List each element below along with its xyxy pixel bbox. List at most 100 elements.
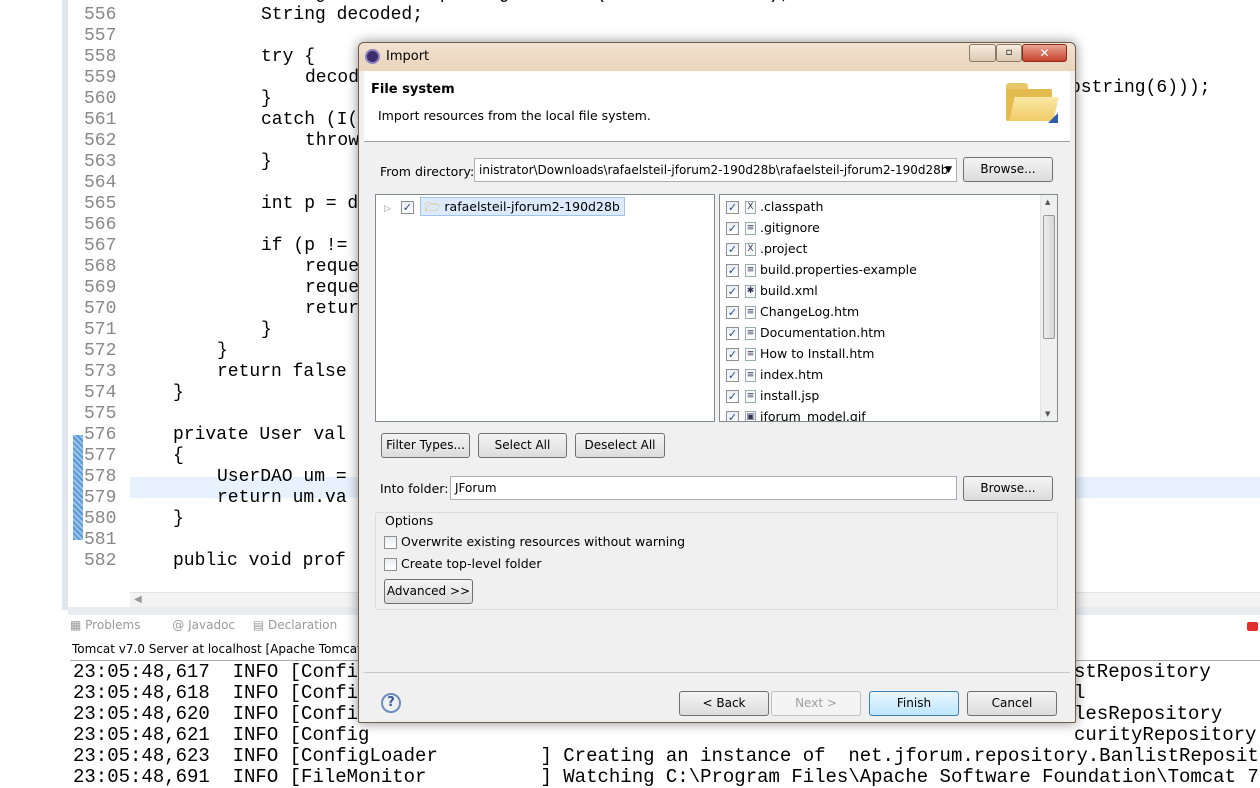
options-label: Options <box>384 513 435 528</box>
line-number: 559 <box>84 68 117 88</box>
line-number: 572 <box>84 341 117 361</box>
tab-javadoc[interactable]: @ Javadoc <box>172 618 235 632</box>
browse-folder-button[interactable]: Browse... <box>963 476 1053 501</box>
file-checkbox[interactable]: ✓ <box>726 390 739 403</box>
expand-icon[interactable]: ▷ <box>384 204 391 214</box>
overwrite-option[interactable]: Overwrite existing resources without war… <box>384 534 685 549</box>
tab-declaration[interactable]: ▤ Declaration <box>253 618 351 632</box>
top-level-checkbox[interactable] <box>384 558 397 571</box>
file-checkbox[interactable]: ✓ <box>726 222 739 235</box>
file-name: .gitignore <box>760 220 820 235</box>
text-file-icon: ≡ <box>745 222 756 235</box>
code-line: UserDAO um = <box>217 467 347 487</box>
top-level-option[interactable]: Create top-level folder <box>384 556 541 571</box>
line-number: 566 <box>84 215 117 235</box>
file-list-item[interactable]: ✓ ≡ index.htm <box>726 364 823 385</box>
file-list-item[interactable]: ✓ ≡ Documentation.htm <box>726 322 885 343</box>
filter-types-button[interactable]: Filter Types... <box>381 433 470 458</box>
file-checkbox[interactable]: ✓ <box>726 285 739 298</box>
line-number: 560 <box>84 89 117 109</box>
file-list-scrollbar[interactable]: ▲ ▼ <box>1040 195 1057 421</box>
console-line: 23:05:48,621 INFO [Config <box>73 724 370 746</box>
into-folder-input[interactable]: JForum <box>450 476 957 500</box>
file-checkbox[interactable]: ✓ <box>726 411 739 421</box>
code-line: throw <box>305 131 360 151</box>
scroll-up-icon[interactable]: ▲ <box>1045 198 1050 206</box>
minimize-button[interactable] <box>969 44 996 62</box>
file-checkbox[interactable]: ✓ <box>726 306 739 319</box>
file-checkbox[interactable]: ✓ <box>726 348 739 361</box>
into-folder-label: Into folder: <box>380 481 449 496</box>
code-line: } <box>173 383 184 403</box>
help-icon[interactable]: ? <box>381 693 401 713</box>
next-button[interactable]: Next > <box>771 691 861 716</box>
line-number: 562 <box>84 131 117 151</box>
overwrite-checkbox[interactable] <box>384 536 397 549</box>
deselect-all-button[interactable]: Deselect All <box>575 433 665 458</box>
line-number: 579 <box>84 488 117 508</box>
advanced-button[interactable]: Advanced >> <box>384 579 473 604</box>
file-list[interactable]: ✓ X .classpath ✓ ≡ .gitignore ✓ X .project ✓ ≡ buil… <box>719 194 1058 422</box>
options-group: Options Overwrite existing resources wit… <box>375 512 1058 610</box>
console-line: 23:05:48,617 INFO [Config <box>73 661 370 683</box>
file-name: Documentation.htm <box>760 325 886 340</box>
text-file-icon: ≡ <box>745 264 756 277</box>
file-list-item[interactable]: ✓ ≡ .gitignore <box>726 217 820 238</box>
folder-icon: 🗁 <box>424 199 441 214</box>
code-line: String decoded; <box>261 5 424 25</box>
dialog-title: Import <box>386 49 430 64</box>
close-button[interactable]: ✕ <box>1022 44 1067 62</box>
code-line: return false <box>217 362 347 382</box>
image-file-icon: ▣ <box>745 411 756 422</box>
file-checkbox[interactable]: ✓ <box>726 369 739 382</box>
file-list-item[interactable]: ✓ ≡ ChangeLog.htm <box>726 301 859 322</box>
file-list-item[interactable]: ✓ X .project <box>726 238 807 259</box>
maximize-button[interactable]: ▫ <box>996 44 1022 62</box>
finish-button[interactable]: Finish <box>869 691 959 716</box>
dialog-titlebar[interactable]: Import ▫ ✕ <box>359 43 1075 71</box>
code-line: } <box>173 509 184 529</box>
from-directory-combo[interactable]: inistrator\Downloads\rafaelsteil-jforum2… <box>474 158 957 182</box>
html-file-icon: ≡ <box>745 306 756 319</box>
scrollbar-thumb[interactable] <box>1043 215 1055 339</box>
console-line: 23:05:48,620 INFO [Config <box>73 703 370 725</box>
cancel-button[interactable]: Cancel <box>967 691 1057 716</box>
file-name: install.jsp <box>760 388 820 403</box>
tab-problems[interactable]: ▦ Problems <box>70 618 154 632</box>
file-list-item[interactable]: ✓ X .classpath <box>726 196 823 217</box>
line-number: 565 <box>84 194 117 214</box>
eclipse-icon <box>365 49 380 64</box>
file-checkbox[interactable]: ✓ <box>726 327 739 340</box>
scroll-left-icon[interactable]: ◀ <box>134 594 142 605</box>
file-name: build.properties-example <box>760 262 917 277</box>
code-line: retur <box>305 299 360 319</box>
file-name: jforum_model.gif <box>760 409 866 422</box>
console-line: 23:05:48,623 INFO [ConfigLoader ] Creati… <box>73 745 1260 767</box>
select-all-button[interactable]: Select All <box>478 433 567 458</box>
file-checkbox[interactable]: ✓ <box>726 243 739 256</box>
file-checkbox[interactable]: ✓ <box>726 264 739 277</box>
folder-tree[interactable]: ▷ ✓ 🗁 rafaelsteil-jforum2-190d28b <box>375 194 715 422</box>
chevron-down-icon[interactable]: ▼ <box>945 159 952 181</box>
file-list-item[interactable]: ✓ ≡ build.properties-example <box>726 259 917 280</box>
line-number: 580 <box>84 509 117 529</box>
line-number: 557 <box>84 26 117 46</box>
file-list-item[interactable]: ✓ ▣ jforum_model.gif <box>726 406 866 422</box>
back-button[interactable]: < Back <box>679 691 769 716</box>
terminate-icon[interactable] <box>1247 622 1258 631</box>
file-list-item[interactable]: ✓ ≡ How to Install.htm <box>726 343 874 364</box>
line-number: 567 <box>84 236 117 256</box>
file-checkbox[interactable]: ✓ <box>726 201 739 214</box>
file-list-item[interactable]: ✓ ✱ build.xml <box>726 280 818 301</box>
browse-directory-button[interactable]: Browse... <box>963 157 1053 182</box>
file-list-item[interactable]: ✓ ≡ install.jsp <box>726 385 819 406</box>
scroll-down-icon[interactable]: ▼ <box>1045 410 1050 418</box>
tree-checkbox[interactable]: ✓ <box>400 201 414 214</box>
wizard-header: File system Import resources from the lo… <box>364 71 1070 142</box>
file-name: How to Install.htm <box>760 346 875 361</box>
line-number: 556 <box>84 5 117 25</box>
footer-divider <box>364 672 1070 673</box>
code-line: return um.va <box>217 488 347 508</box>
line-number: 582 <box>84 551 117 571</box>
tree-item[interactable]: ▷ ✓ 🗁 rafaelsteil-jforum2-190d28b <box>384 196 625 217</box>
